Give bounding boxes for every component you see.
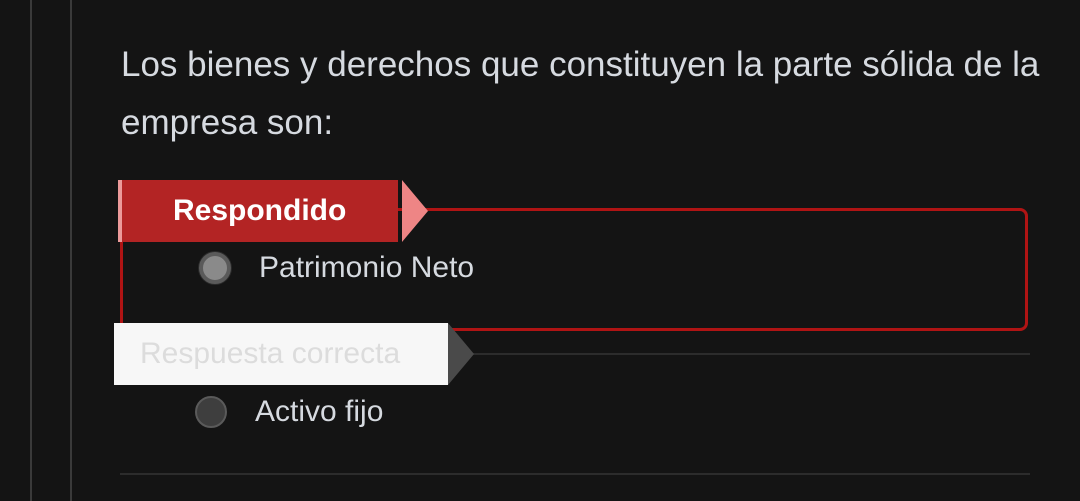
answered-flag-arrow bbox=[402, 180, 428, 242]
answered-flag: Respondido bbox=[118, 180, 428, 242]
option-divider bbox=[120, 473, 1030, 475]
left-rule-inner bbox=[70, 0, 72, 501]
answered-flag-label: Respondido bbox=[173, 194, 347, 227]
answer-option-patrimonio-neto[interactable]: Patrimonio Neto bbox=[199, 251, 474, 285]
question-text: Los bienes y derechos que constituyen la… bbox=[121, 45, 1040, 142]
answer-option-activo-fijo[interactable]: Activo fijo bbox=[195, 395, 383, 429]
radio-unselected-icon[interactable] bbox=[195, 396, 227, 428]
correct-answer-flag: Respuesta correcta bbox=[114, 323, 474, 385]
radio-selected-icon[interactable] bbox=[199, 252, 231, 284]
correct-answer-flag-label: Respuesta correcta bbox=[140, 337, 401, 370]
left-rule-outer bbox=[30, 0, 32, 501]
answer-option-label: Activo fijo bbox=[255, 395, 384, 428]
answer-option-label: Patrimonio Neto bbox=[259, 251, 475, 284]
correct-answer-flag-arrow bbox=[448, 323, 474, 385]
